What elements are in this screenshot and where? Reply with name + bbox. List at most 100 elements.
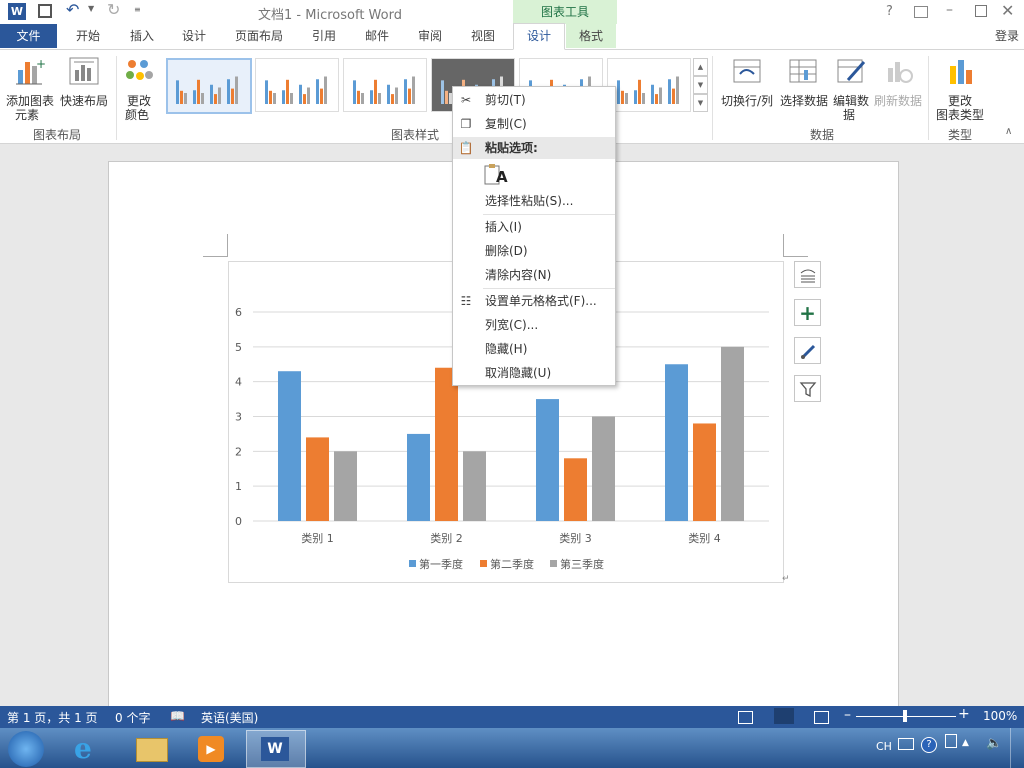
file-explorer-icon[interactable]: [136, 738, 168, 762]
thumbnail-bar: [634, 90, 637, 104]
tab-chart-design[interactable]: 设计: [513, 23, 565, 50]
menu-item-format-cells[interactable]: ☷ 设置单元格格式(F)...: [453, 290, 615, 312]
tab-chart-format[interactable]: 格式: [566, 24, 616, 48]
thumbnail-bar: [617, 80, 620, 104]
customize-qat-icon[interactable]: ≡: [134, 5, 141, 14]
bar[interactable]: [564, 458, 587, 521]
edit-data-button[interactable]: 编辑数 据: [830, 54, 872, 122]
paste-keep-text-button[interactable]: A: [483, 163, 508, 187]
bar[interactable]: [463, 451, 486, 521]
styles-more-icon[interactable]: ▼: [693, 94, 708, 112]
ribbon-display-icon[interactable]: [914, 6, 928, 18]
tab-design-doc[interactable]: 设计: [170, 24, 218, 48]
chart-filters-button[interactable]: [794, 375, 821, 402]
print-layout-icon[interactable]: [774, 708, 794, 724]
legend-entry[interactable]: 第二季度: [490, 557, 534, 571]
restore-button[interactable]: [975, 5, 987, 17]
styles-scroll-up-icon[interactable]: ▲: [693, 58, 708, 76]
thumbnail-bar: [676, 76, 679, 104]
word-logo-icon[interactable]: W: [8, 3, 26, 20]
bar[interactable]: [407, 433, 430, 521]
ime-help-icon[interactable]: ?: [921, 737, 937, 753]
menu-item-unhide[interactable]: 取消隐藏(U): [453, 362, 615, 384]
menu-item-clear-contents[interactable]: 清除内容(N): [453, 264, 615, 286]
help-button[interactable]: ?: [886, 4, 893, 19]
read-mode-icon[interactable]: [738, 711, 753, 724]
change-colors-button[interactable]: 更改 颜色: [118, 54, 160, 122]
close-button[interactable]: ✕: [1001, 1, 1014, 20]
change-chart-type-button[interactable]: 更改 图表类型: [932, 54, 988, 122]
bar[interactable]: [721, 346, 744, 521]
window-title: 文档1 - Microsoft Word: [258, 8, 402, 23]
start-button-icon[interactable]: [8, 731, 44, 767]
redo-icon[interactable]: ↻: [107, 0, 120, 19]
minimize-button[interactable]: –: [946, 2, 953, 18]
keyboard-icon[interactable]: [898, 738, 914, 750]
zoom-out-button[interactable]: –: [844, 707, 851, 723]
show-hidden-icons[interactable]: ▲: [962, 738, 969, 748]
quick-layout-button[interactable]: 快速布局: [58, 54, 110, 122]
ime-indicator[interactable]: CH: [876, 740, 892, 753]
bar[interactable]: [665, 364, 688, 521]
tab-mailings[interactable]: 邮件: [353, 24, 401, 48]
chart-styles-button[interactable]: [794, 337, 821, 364]
language-indicator[interactable]: 英语(美国): [201, 709, 258, 726]
bar[interactable]: [306, 437, 329, 521]
word-taskbar-button[interactable]: W: [246, 730, 306, 768]
proofing-icon[interactable]: 📖: [170, 709, 185, 723]
undo-icon[interactable]: ↶: [66, 0, 79, 19]
menu-item-insert[interactable]: 插入(I): [453, 216, 615, 238]
bar[interactable]: [334, 451, 357, 521]
bar[interactable]: [435, 367, 458, 521]
y-tick-label: 3: [235, 411, 242, 424]
menu-item-delete[interactable]: 删除(D): [453, 240, 615, 262]
media-player-icon[interactable]: ▶: [198, 736, 224, 762]
group-label-type: 类型: [947, 128, 972, 142]
legend-entry[interactable]: 第三季度: [560, 557, 604, 571]
internet-explorer-icon[interactable]: e: [74, 734, 104, 764]
undo-dropdown-icon[interactable]: ▼: [88, 4, 94, 13]
tab-home[interactable]: 开始: [64, 24, 112, 48]
bar[interactable]: [278, 371, 301, 521]
login-link[interactable]: 登录: [990, 24, 1024, 48]
word-count[interactable]: 0 个字: [115, 709, 150, 726]
thumbnail-bar: [404, 79, 407, 104]
bar[interactable]: [592, 416, 615, 522]
thumbnail-bar: [286, 79, 289, 104]
layout-options-icon: [800, 269, 815, 283]
tab-references[interactable]: 引用: [300, 24, 348, 48]
switch-row-column-button[interactable]: 切换行/列: [718, 54, 776, 122]
menu-item-paste-special[interactable]: 选择性粘贴(S)...: [453, 190, 615, 212]
tab-view[interactable]: 视图: [459, 24, 507, 48]
menu-item-column-width[interactable]: 列宽(C)...: [453, 314, 615, 336]
volume-icon[interactable]: 🔈: [986, 736, 1002, 751]
paste-icon: 📋: [458, 141, 474, 155]
zoom-level[interactable]: 100%: [983, 709, 1017, 723]
group-label-data: 数据: [809, 128, 834, 142]
bar[interactable]: [536, 399, 559, 521]
network-icon[interactable]: [945, 734, 957, 748]
thumbnail-bar: [668, 79, 671, 104]
save-icon[interactable]: [38, 4, 52, 18]
select-data-button[interactable]: 选择数据: [778, 54, 830, 122]
styles-scroll-down-icon[interactable]: ▼: [693, 76, 708, 94]
chart-elements-button[interactable]: +: [794, 299, 821, 326]
tab-review[interactable]: 审阅: [406, 24, 454, 48]
add-chart-element-button[interactable]: + 添加图表 元素: [4, 54, 56, 122]
menu-item-hide[interactable]: 隐藏(H): [453, 338, 615, 360]
thumbnail-bar: [659, 87, 662, 104]
zoom-in-button[interactable]: +: [958, 706, 970, 722]
legend-entry[interactable]: 第一季度: [419, 557, 463, 571]
tab-page-layout[interactable]: 页面布局: [226, 24, 292, 48]
web-layout-icon[interactable]: [814, 711, 829, 724]
zoom-slider-thumb[interactable]: [903, 710, 907, 722]
bar[interactable]: [693, 423, 716, 521]
collapse-ribbon-icon[interactable]: ∧: [1005, 126, 1012, 137]
tab-file[interactable]: 文件: [0, 24, 57, 48]
menu-item-copy[interactable]: ❐ 复制(C): [453, 113, 615, 135]
tab-insert[interactable]: 插入: [118, 24, 166, 48]
show-desktop-button[interactable]: [1010, 728, 1024, 768]
page-count[interactable]: 第 1 页，共 1 页: [7, 709, 98, 726]
layout-options-button[interactable]: [794, 261, 821, 288]
menu-item-cut[interactable]: ✂ 剪切(T): [453, 89, 615, 111]
